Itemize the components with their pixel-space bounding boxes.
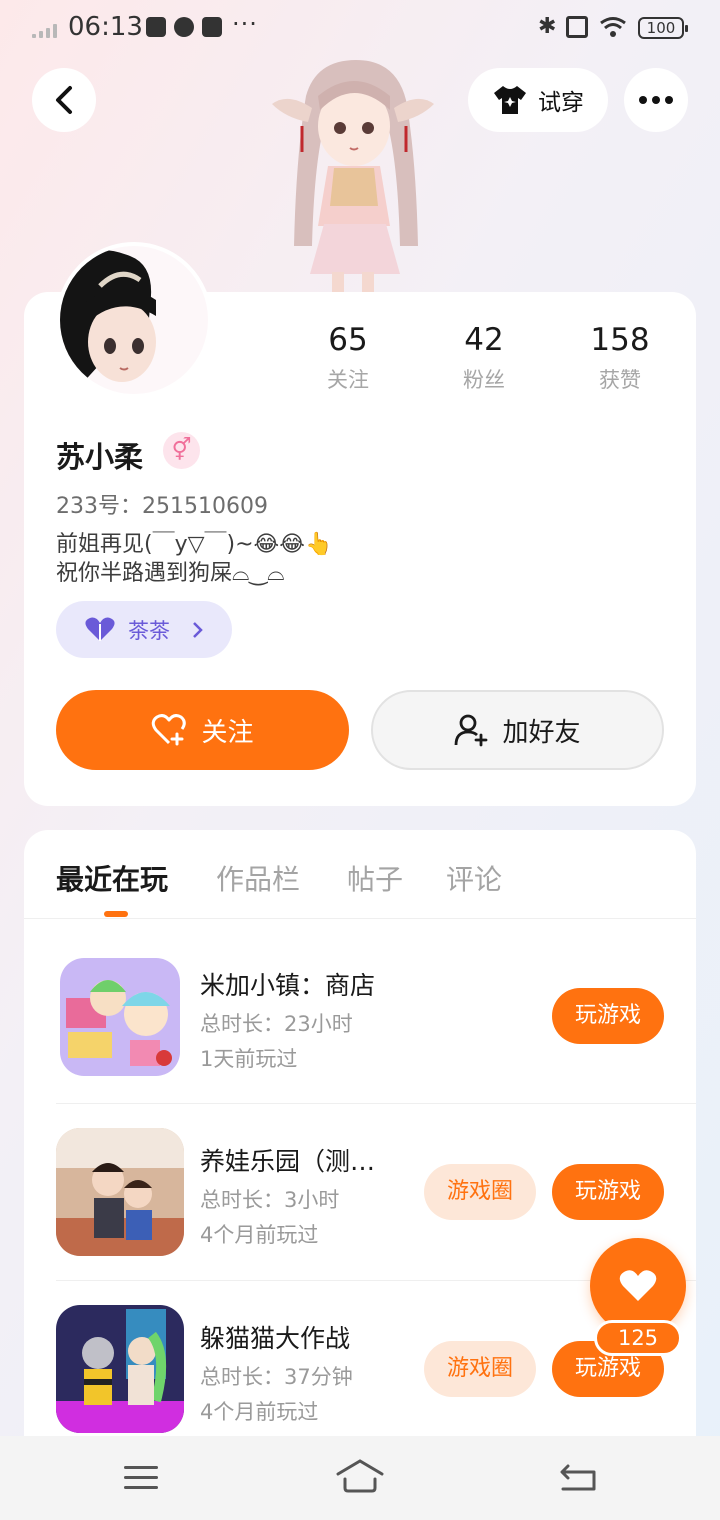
- tab-comments[interactable]: 评论: [446, 858, 502, 898]
- game-icon: [60, 958, 180, 1076]
- bio-line: 祝你半路遇到狗屎⌓‿⌓: [56, 561, 285, 586]
- status-bar: 06:13 ··· ✱ 100: [0, 0, 720, 58]
- heart-plus-icon: [152, 714, 187, 746]
- chevron-right-icon: [193, 621, 203, 638]
- avatar-image: [60, 246, 208, 394]
- tab-posts[interactable]: 帖子: [347, 858, 403, 898]
- tab-indicator: [104, 911, 128, 917]
- menu-icon[interactable]: [124, 1466, 158, 1490]
- likes-count: 158: [590, 322, 650, 358]
- tag-chip[interactable]: 茶茶: [56, 601, 232, 658]
- game-circle-button[interactable]: 游戏圈: [424, 1341, 536, 1397]
- bluetooth-icon: ✱: [538, 14, 557, 39]
- heart-icon: [85, 617, 115, 641]
- stat-likes[interactable]: 158 获赞: [565, 322, 675, 394]
- following-count: 65: [328, 322, 368, 358]
- follow-button[interactable]: 关注: [56, 690, 349, 770]
- pinwheel-icon: [174, 17, 194, 37]
- tag-label: 茶茶: [128, 618, 170, 643]
- stat-followers[interactable]: 42 粉丝: [429, 322, 539, 394]
- follow-label: 关注: [201, 717, 254, 748]
- game-duration: 总时长：3小时: [200, 1188, 340, 1212]
- back-button[interactable]: [32, 68, 96, 132]
- game-title: 躲猫猫大作战: [200, 1324, 351, 1353]
- divider: [56, 1103, 696, 1104]
- tab-works[interactable]: 作品栏: [216, 858, 300, 898]
- chevron-left-icon: [56, 86, 72, 114]
- game-last-played: 1天前玩过: [200, 1047, 298, 1071]
- battery-icon: 100: [638, 17, 688, 39]
- more-notifications-icon: ···: [232, 10, 258, 38]
- game-icon: [56, 1128, 184, 1256]
- add-friend-label: 加好友: [502, 717, 581, 748]
- game-last-played: 4个月前玩过: [200, 1223, 319, 1247]
- followers-label: 粉丝: [463, 368, 505, 392]
- avatar[interactable]: [56, 242, 212, 398]
- add-friend-button[interactable]: 加好友: [371, 690, 664, 770]
- game-title: 养娃乐园（测…: [200, 1147, 376, 1176]
- back-nav-icon[interactable]: [560, 1462, 598, 1492]
- game-row[interactable]: 养娃乐园（测… 总时长：3小时 4个月前玩过 游戏圈 玩游戏: [24, 1106, 696, 1282]
- stat-following[interactable]: 65 关注: [293, 322, 403, 394]
- following-label: 关注: [327, 368, 369, 392]
- username: 苏小柔: [56, 440, 144, 474]
- play-game-button[interactable]: 玩游戏: [552, 1164, 664, 1220]
- game-last-played: 4个月前玩过: [200, 1400, 319, 1424]
- play-game-button[interactable]: 玩游戏: [552, 988, 664, 1044]
- system-nav-bar: [0, 1436, 720, 1520]
- like-count-badge: 125: [594, 1320, 682, 1356]
- notification-icon: [146, 17, 166, 37]
- bio: 前姐再见(￣y▽￣)~😂😂👆 祝你半路遇到狗屎⌓‿⌓: [56, 530, 656, 588]
- wifi-icon: [600, 17, 626, 37]
- video-icon: [202, 17, 222, 37]
- game-duration: 总时长：37分钟: [200, 1365, 353, 1389]
- divider: [24, 918, 696, 919]
- game-duration: 总时长：23小时: [200, 1012, 353, 1036]
- tshirt-icon: [494, 86, 526, 114]
- user-id: 233号：251510609: [56, 494, 268, 519]
- likes-label: 获赞: [599, 368, 641, 392]
- game-row[interactable]: 米加小镇：商店 总时长：23小时 1天前玩过 玩游戏: [24, 930, 696, 1106]
- tab-recently-played[interactable]: 最近在玩: [56, 858, 168, 898]
- try-on-label: 试穿: [538, 90, 584, 116]
- avatar-character-image: [272, 60, 434, 294]
- home-icon[interactable]: [336, 1458, 384, 1494]
- gender-icon: ⚥: [163, 432, 200, 469]
- game-circle-button[interactable]: 游戏圈: [424, 1164, 536, 1220]
- status-time: 06:13: [68, 12, 143, 42]
- signal-icon: [32, 24, 62, 38]
- more-dots-icon: [639, 96, 647, 104]
- heart-icon: [619, 1270, 657, 1301]
- more-options-button[interactable]: [624, 68, 688, 132]
- bio-line: 前姐再见(￣y▽￣)~😂😂👆: [56, 532, 333, 557]
- vibrate-icon: [566, 16, 588, 38]
- game-title: 米加小镇：商店: [200, 971, 376, 1000]
- try-on-button[interactable]: 试穿: [468, 68, 608, 132]
- game-icon: [56, 1305, 184, 1433]
- add-person-icon: [455, 714, 488, 747]
- followers-count: 42: [464, 322, 504, 358]
